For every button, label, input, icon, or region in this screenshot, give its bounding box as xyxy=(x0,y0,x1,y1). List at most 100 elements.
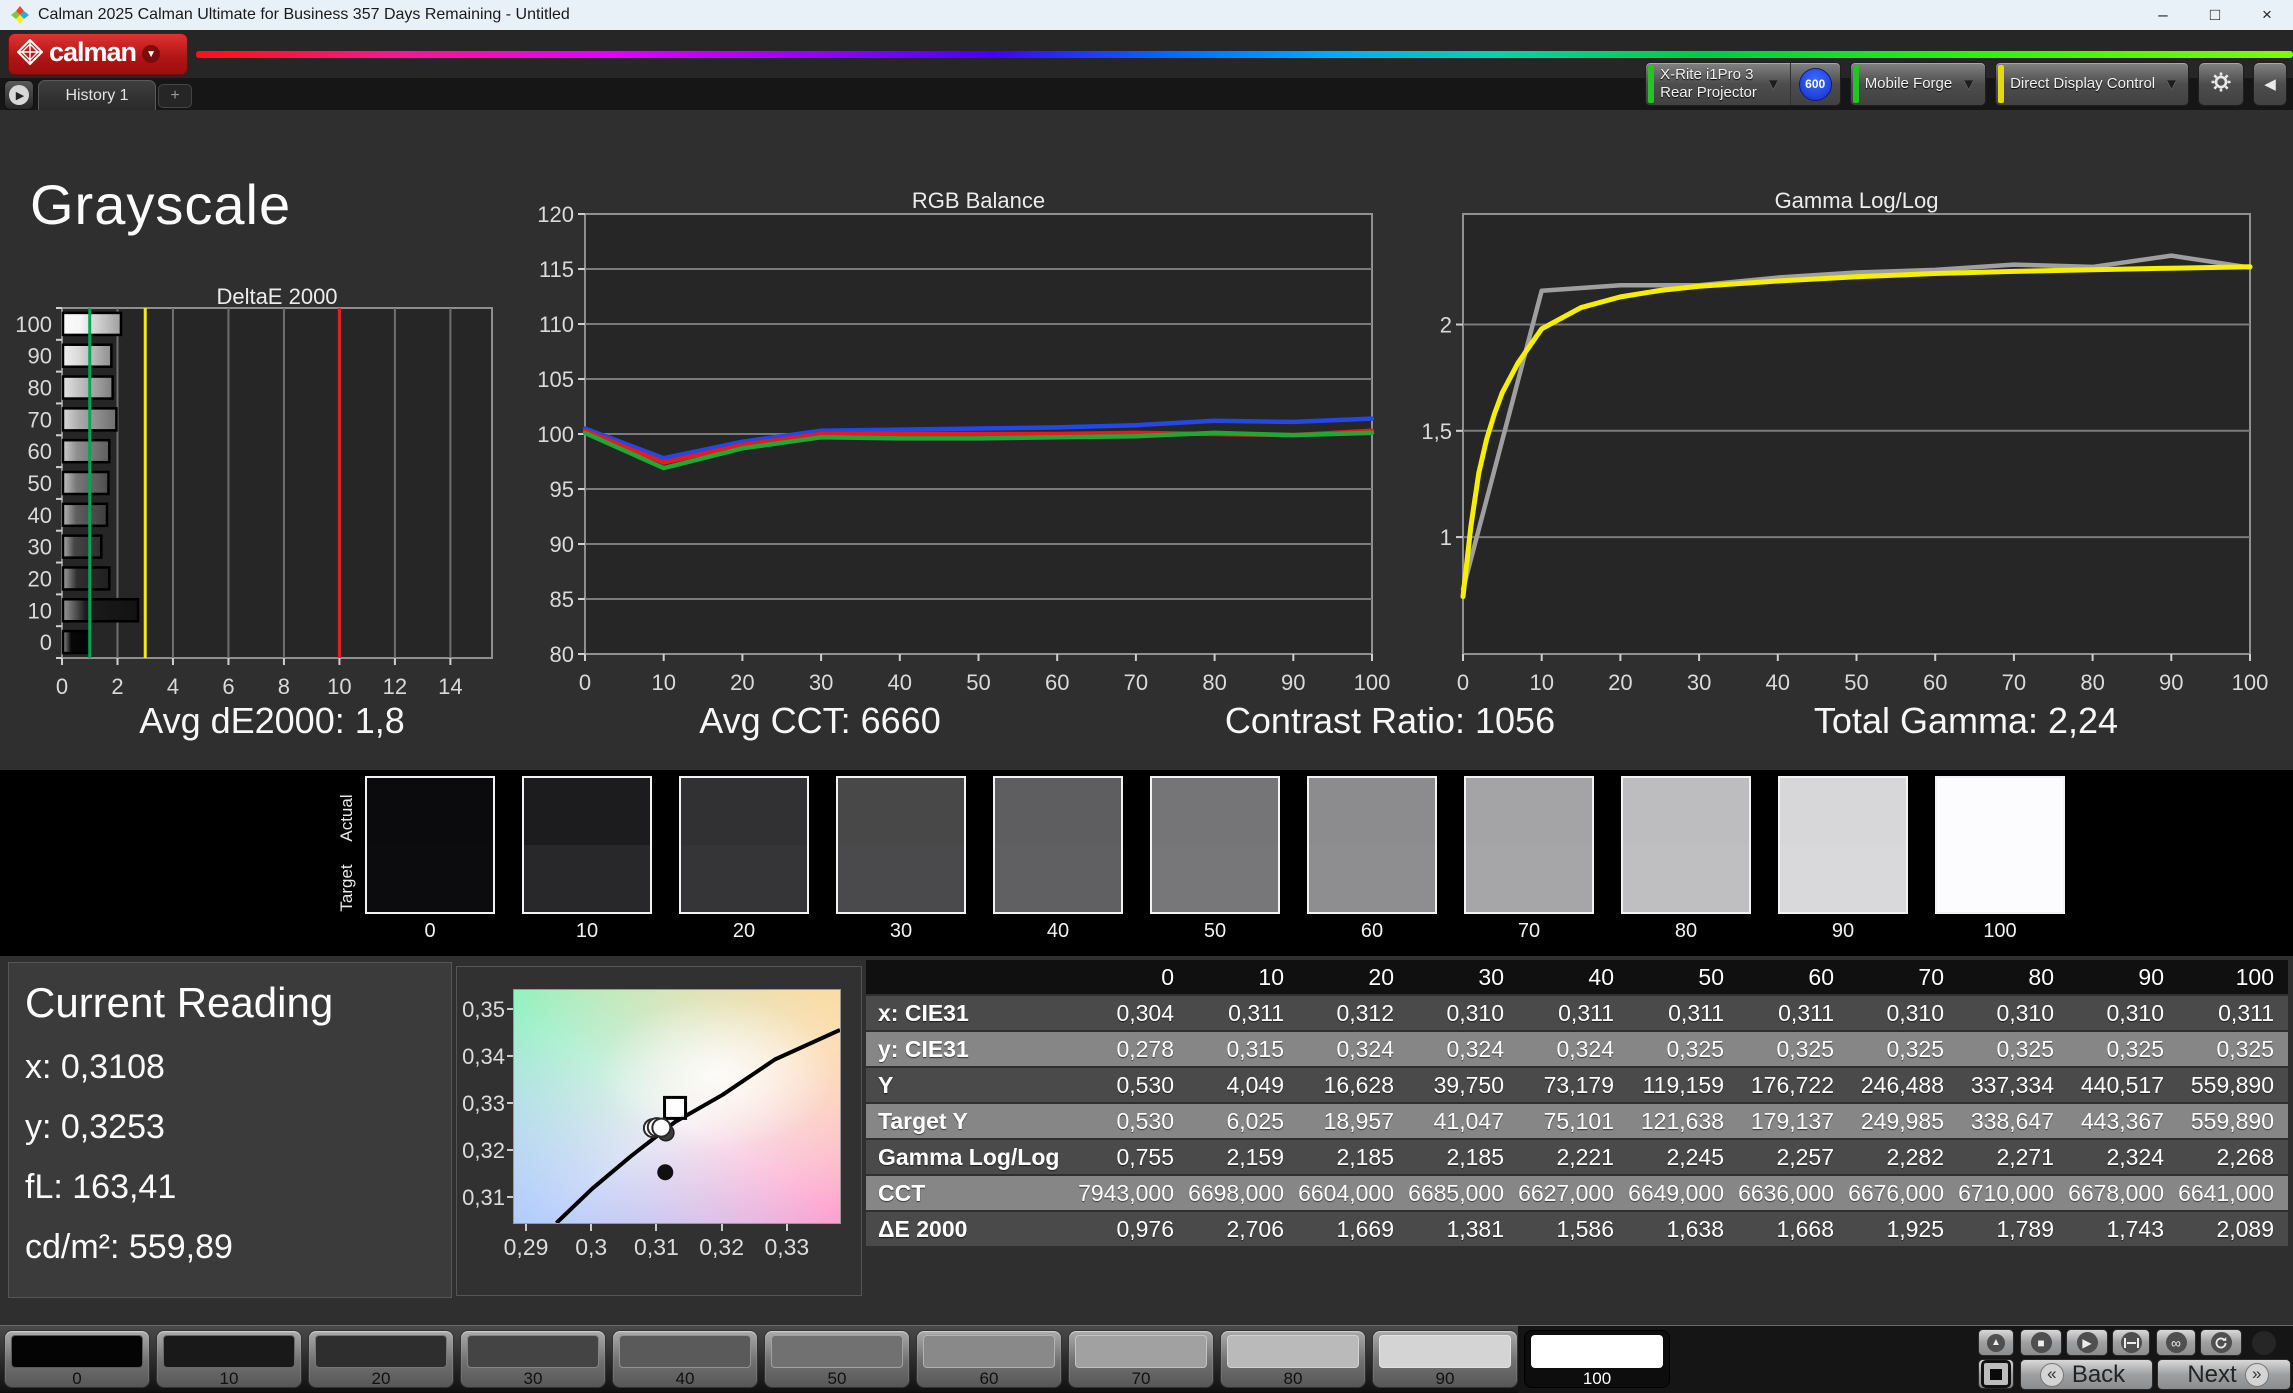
reading-fl: fL: 163,41 xyxy=(25,1168,451,1207)
pattern-swatch xyxy=(467,1335,599,1368)
play-measure-button[interactable]: ▶ xyxy=(2066,1329,2108,1356)
refresh-measure-button[interactable] xyxy=(2200,1329,2242,1356)
collapse-panel-button[interactable]: ◀ xyxy=(2253,62,2287,106)
deltae-bar-40 xyxy=(63,504,107,526)
swatch-target-100 xyxy=(1937,845,2063,912)
table-cell: 0,755 xyxy=(1078,1144,1188,1171)
table-cell: 0,324 xyxy=(1408,1036,1518,1063)
table-header-cell: 100 xyxy=(2178,964,2288,991)
table-row-label: y: CIE31 xyxy=(866,1036,1078,1063)
settings-button[interactable] xyxy=(2198,62,2244,106)
table-cell: 2,282 xyxy=(1848,1144,1958,1171)
pattern-button-70[interactable]: 70 xyxy=(1068,1330,1214,1388)
cie-y-tick-label: 0,35 xyxy=(459,997,505,1023)
table-cell: 6685,000 xyxy=(1408,1180,1518,1207)
table-header-cell: 40 xyxy=(1518,964,1628,991)
rgb-balance-svg: 8085909510010511011512001020304050607080… xyxy=(530,196,1390,696)
svg-text:40: 40 xyxy=(28,503,52,528)
pattern-window-raise-button[interactable]: ▲ xyxy=(1978,1329,2014,1356)
cie-x-tick xyxy=(590,1224,592,1231)
table-cell: 179,137 xyxy=(1738,1108,1848,1135)
swatch-actual-10 xyxy=(524,778,650,845)
svg-text:60: 60 xyxy=(1923,670,1947,695)
meter-dropdown[interactable]: X-Rite i1Pro 3Rear Projector ▼ 600 xyxy=(1645,62,1841,106)
table-cell: 0,530 xyxy=(1078,1108,1188,1135)
pattern-button-label: 30 xyxy=(461,1369,605,1389)
pattern-swatch xyxy=(163,1335,295,1368)
display-control-label: Direct Display Control xyxy=(2010,75,2155,93)
pattern-button-100[interactable]: 100 xyxy=(1524,1330,1670,1388)
pattern-swatch xyxy=(619,1335,751,1368)
pattern-button-60[interactable]: 60 xyxy=(916,1330,1062,1388)
pattern-button-80[interactable]: 80 xyxy=(1220,1330,1366,1388)
table-header-cell: 50 xyxy=(1628,964,1738,991)
table-cell: 6698,000 xyxy=(1188,1180,1298,1207)
close-button[interactable]: × xyxy=(2241,0,2293,30)
minimize-button[interactable]: – xyxy=(2137,0,2189,30)
table-header-cell: 30 xyxy=(1408,964,1518,991)
window-title: Calman 2025 Calman Ultimate for Business… xyxy=(38,6,570,24)
table-cell: 0,325 xyxy=(1848,1036,1958,1063)
page-title: Grayscale xyxy=(30,172,291,237)
cie-y-tick xyxy=(507,1055,513,1057)
back-button[interactable]: « Back xyxy=(2020,1359,2153,1390)
rgb-balance-chart: 8085909510010511011512001020304050607080… xyxy=(530,196,1390,701)
svg-text:50: 50 xyxy=(966,670,990,695)
svg-text:10: 10 xyxy=(28,598,52,623)
next-button[interactable]: Next » xyxy=(2157,1359,2291,1390)
table-cell: 0,311 xyxy=(1738,1000,1848,1027)
tab-history-1[interactable]: History 1 xyxy=(38,80,156,110)
step-measure-button[interactable] xyxy=(2112,1329,2150,1356)
swatch-actual-50 xyxy=(1152,778,1278,845)
table-cell: 2,159 xyxy=(1188,1144,1298,1171)
maximize-button[interactable]: □ xyxy=(2189,0,2241,30)
table-cell: 0,310 xyxy=(2068,1000,2178,1027)
cie-y-tick xyxy=(507,1196,513,1198)
display-control-dropdown[interactable]: Direct Display Control ▼ xyxy=(1995,62,2189,106)
deltae-bar-100 xyxy=(63,313,121,335)
table-cell: 0,310 xyxy=(1848,1000,1958,1027)
calman-diamond-icon xyxy=(17,39,43,70)
pattern-button-10[interactable]: 10 xyxy=(156,1330,302,1388)
pattern-button-40[interactable]: 40 xyxy=(612,1330,758,1388)
pattern-button-20[interactable]: 20 xyxy=(308,1330,454,1388)
calman-menu-button[interactable]: calman ▼ xyxy=(8,33,188,75)
svg-text:1,5: 1,5 xyxy=(1421,419,1452,444)
svg-text:100: 100 xyxy=(537,422,574,447)
stop-measure-button[interactable]: ■ xyxy=(2020,1329,2062,1356)
add-tab-button[interactable]: + xyxy=(158,84,192,108)
table-header-cell: 20 xyxy=(1298,964,1408,991)
table-cell: 0,325 xyxy=(2178,1036,2288,1063)
pattern-swatch xyxy=(771,1335,903,1368)
cie-overlay-svg xyxy=(514,990,840,1223)
table-row-label: ΔE 2000 xyxy=(866,1216,1078,1243)
pattern-button-90[interactable]: 90 xyxy=(1372,1330,1518,1388)
pattern-button-50[interactable]: 50 xyxy=(764,1330,910,1388)
source-status-stripe xyxy=(1853,65,1859,103)
svg-text:50: 50 xyxy=(28,471,52,496)
table-cell: 6649,000 xyxy=(1628,1180,1738,1207)
pattern-button-label: 40 xyxy=(613,1369,757,1389)
meter-status-stripe xyxy=(1648,65,1654,103)
deltae-chart: 024681012141009080706050403020100 xyxy=(8,302,508,713)
run-session-button[interactable]: ▶ xyxy=(4,80,34,110)
continuous-measure-button[interactable]: ∞ xyxy=(2156,1329,2196,1356)
pattern-button-label: 10 xyxy=(157,1369,301,1389)
pattern-window-button[interactable] xyxy=(1978,1359,2014,1389)
table-cell: 0,976 xyxy=(1078,1216,1188,1243)
svg-text:70: 70 xyxy=(1124,670,1148,695)
pattern-button-30[interactable]: 30 xyxy=(460,1330,606,1388)
svg-text:110: 110 xyxy=(539,312,574,337)
swatch-target-50 xyxy=(1152,845,1278,912)
table-cell: 1,638 xyxy=(1628,1216,1738,1243)
table-header-cell: 80 xyxy=(1958,964,2068,991)
table-cell: 121,638 xyxy=(1628,1108,1738,1135)
source-dropdown[interactable]: Mobile Forge ▼ xyxy=(1850,62,1986,106)
table-cell: 6604,000 xyxy=(1298,1180,1408,1207)
table-cell: 73,179 xyxy=(1518,1072,1628,1099)
pattern-button-label: 0 xyxy=(5,1369,149,1389)
pattern-button-0[interactable]: 0 xyxy=(4,1330,150,1388)
table-row: Y0,5304,04916,62839,75073,179119,159176,… xyxy=(866,1068,2288,1102)
table-cell: 0,311 xyxy=(2178,1000,2288,1027)
table-row-label: CCT xyxy=(866,1180,1078,1207)
